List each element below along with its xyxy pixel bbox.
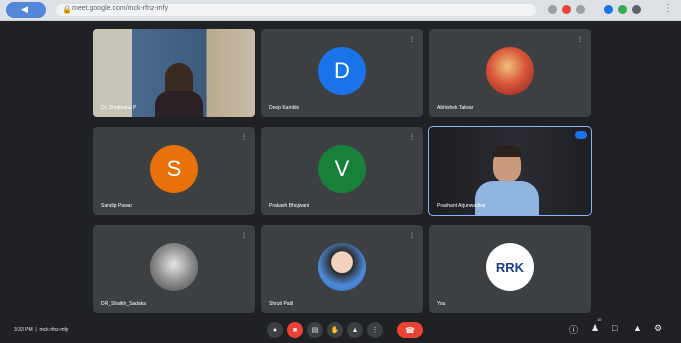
address-url[interactable]: meet.google.com/mck-rfnz-mfy bbox=[72, 5, 168, 12]
extension-icon[interactable] bbox=[562, 5, 571, 14]
muted-mic-icon: ⋮ bbox=[241, 135, 247, 141]
extension-icon[interactable] bbox=[548, 5, 557, 14]
muted-mic-icon: ⋮ bbox=[577, 37, 583, 43]
participant-tile[interactable]: V ⋮ Prakash Bhojwani bbox=[261, 127, 423, 215]
present-icon[interactable]: ▲ bbox=[347, 322, 363, 338]
participant-logo: RRK bbox=[486, 243, 534, 291]
participant-tile[interactable]: Dr. Shobhana P bbox=[93, 29, 255, 117]
end-call-icon[interactable]: ☎ bbox=[397, 322, 423, 338]
participant-name: Prakash Bhojwani bbox=[269, 203, 310, 209]
camera-off-icon[interactable]: ■ bbox=[287, 322, 303, 338]
muted-mic-icon: ⋮ bbox=[409, 135, 415, 141]
participant-tile[interactable]: ⋮ Abhishek Talwar bbox=[429, 29, 591, 117]
participant-name: Deep Kamble bbox=[269, 105, 300, 111]
participant-avatar: V bbox=[318, 145, 366, 193]
audio-playing-icon[interactable] bbox=[6, 2, 46, 18]
person-hair bbox=[493, 145, 521, 157]
extension-icon[interactable] bbox=[604, 5, 613, 14]
participant-tile-active-speaker[interactable]: Prashant Arjunwadkar bbox=[428, 126, 592, 216]
participant-name: DR_Shaikh_Sadaka bbox=[101, 301, 147, 307]
participant-avatar: S bbox=[150, 145, 198, 193]
muted-mic-icon: ⋮ bbox=[409, 37, 415, 43]
people-icon[interactable]: ♟ bbox=[591, 323, 599, 334]
participant-name: Dr. Shobhana P bbox=[101, 105, 137, 111]
extension-icon[interactable] bbox=[618, 5, 627, 14]
participant-tile[interactable]: D ⋮ Deep Kamble bbox=[261, 29, 423, 117]
extension-icon[interactable] bbox=[576, 5, 585, 14]
participant-avatar: D bbox=[318, 47, 366, 95]
meeting-code[interactable]: mck-rfnz-mfy bbox=[39, 327, 68, 333]
participant-tile[interactable]: S ⋮ Sandip Pawar bbox=[93, 127, 255, 215]
chat-icon[interactable]: □ bbox=[612, 323, 617, 333]
person-body bbox=[155, 91, 203, 117]
participant-name: Sandip Pawar bbox=[101, 203, 133, 209]
participant-name: You bbox=[437, 301, 446, 307]
activities-icon[interactable]: ▲ bbox=[633, 323, 642, 333]
info-icon[interactable]: ⓘ bbox=[569, 323, 578, 336]
participant-tile[interactable]: ⋮ Shruti Patil bbox=[261, 225, 423, 313]
participant-name: Abhishek Talwar bbox=[437, 105, 474, 111]
lock-icon: 🔒 bbox=[62, 5, 72, 14]
profile-avatar-icon[interactable] bbox=[632, 5, 641, 14]
host-controls-icon[interactable]: ⚙ bbox=[654, 323, 662, 334]
participant-tile[interactable]: ⋮ DR_Shaikh_Sadaka bbox=[93, 225, 255, 313]
participant-name: Shruti Patil bbox=[269, 301, 294, 307]
more-options-icon[interactable]: ⋮ bbox=[367, 322, 383, 338]
participant-photo bbox=[318, 243, 366, 291]
meeting-info: 3:33 PM | mck-rfnz-mfy bbox=[14, 327, 69, 333]
captions-icon[interactable]: ▤ bbox=[307, 322, 323, 338]
meeting-time: 3:33 PM bbox=[14, 327, 33, 333]
participant-photo bbox=[486, 47, 534, 95]
participant-name: Prashant Arjunwadkar bbox=[437, 203, 486, 209]
muted-mic-icon: ⋮ bbox=[409, 233, 415, 239]
participant-count-badge: 10 bbox=[597, 317, 602, 322]
mic-icon[interactable]: ● bbox=[267, 322, 283, 338]
muted-mic-icon: ⋮ bbox=[241, 233, 247, 239]
raise-hand-icon[interactable]: ✋ bbox=[327, 322, 343, 338]
participant-photo bbox=[150, 243, 198, 291]
speaking-indicator-icon bbox=[575, 131, 587, 139]
browser-menu-icon[interactable]: ⋮ bbox=[663, 3, 673, 14]
person-shirt bbox=[475, 181, 539, 215]
browser-toolbar: 🔒 meet.google.com/mck-rfnz-mfy ⋮ bbox=[0, 0, 681, 21]
participant-tile-self[interactable]: RRK You bbox=[429, 225, 591, 313]
